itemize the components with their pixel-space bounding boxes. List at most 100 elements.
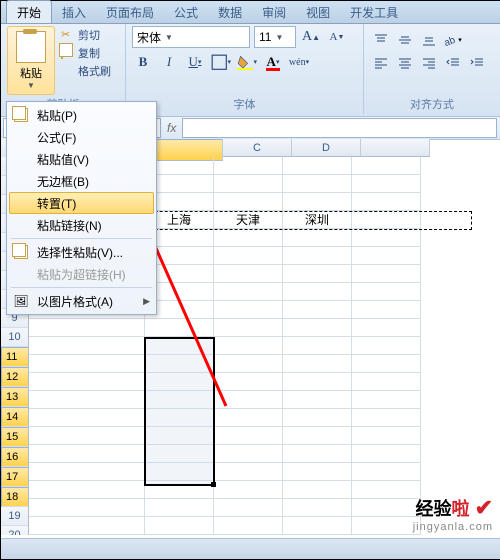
tab-formulas[interactable]: 公式	[164, 1, 208, 23]
cell[interactable]	[352, 427, 421, 445]
cell[interactable]	[352, 463, 421, 481]
row-20[interactable]: 20	[1, 526, 29, 535]
cell[interactable]	[283, 157, 352, 175]
tab-review[interactable]: 审阅	[252, 1, 296, 23]
cell[interactable]	[145, 355, 214, 373]
cell[interactable]	[29, 409, 145, 427]
font-size-select[interactable]: 11▼	[254, 26, 296, 48]
cell[interactable]	[214, 193, 283, 211]
cell[interactable]	[214, 391, 283, 409]
row-15[interactable]: 15	[1, 427, 29, 447]
row-19[interactable]: 19	[1, 507, 29, 526]
row-11[interactable]: 11	[1, 347, 29, 367]
cell[interactable]	[283, 427, 352, 445]
font-color-button[interactable]: A▾	[262, 51, 284, 73]
fill-color-button[interactable]: ▾	[236, 51, 258, 73]
cell[interactable]	[283, 319, 352, 337]
cell[interactable]	[283, 373, 352, 391]
cell[interactable]	[29, 319, 145, 337]
align-right-button[interactable]	[418, 53, 440, 73]
menu-formulas[interactable]: 公式(F)	[9, 126, 154, 148]
cell[interactable]	[145, 427, 214, 445]
cell[interactable]	[214, 175, 283, 193]
align-middle-button[interactable]	[394, 30, 416, 50]
cell[interactable]	[29, 481, 145, 499]
tab-insert[interactable]: 插入	[52, 1, 96, 23]
col-c[interactable]: C	[223, 139, 292, 157]
format-painter-button[interactable]: 格式刷	[61, 62, 111, 80]
menu-paste[interactable]: 粘贴(P)	[9, 104, 154, 126]
cell[interactable]	[283, 463, 352, 481]
cell[interactable]	[352, 373, 421, 391]
cell[interactable]	[283, 247, 352, 265]
tab-view[interactable]: 视图	[296, 1, 340, 23]
cell[interactable]	[145, 481, 214, 499]
cell[interactable]	[352, 247, 421, 265]
cell[interactable]	[214, 481, 283, 499]
align-bottom-button[interactable]	[418, 30, 440, 50]
menu-paste-link[interactable]: 粘贴链接(N)	[9, 214, 154, 236]
cell[interactable]	[29, 445, 145, 463]
font-name-select[interactable]: 宋体▼	[132, 26, 250, 48]
row-17[interactable]: 17	[1, 467, 29, 487]
cell[interactable]	[352, 481, 421, 499]
cell[interactable]	[145, 499, 214, 517]
cell[interactable]	[352, 283, 421, 301]
cell[interactable]	[29, 517, 145, 535]
tab-layout[interactable]: 页面布局	[96, 1, 164, 23]
align-left-button[interactable]	[370, 53, 392, 73]
row-18[interactable]: 18	[1, 487, 29, 507]
col-d[interactable]: D	[292, 139, 361, 157]
cell[interactable]	[29, 499, 145, 517]
cell[interactable]	[214, 355, 283, 373]
cell[interactable]	[283, 355, 352, 373]
cell[interactable]	[352, 319, 421, 337]
menu-paste-values[interactable]: 粘贴值(V)	[9, 148, 154, 170]
cell[interactable]	[283, 409, 352, 427]
cell[interactable]	[283, 193, 352, 211]
italic-button[interactable]: I	[158, 51, 180, 73]
cell[interactable]	[214, 463, 283, 481]
cell[interactable]	[214, 229, 283, 247]
paste-button[interactable]: 粘贴 ▼	[7, 26, 55, 95]
menu-as-picture[interactable]: 🖼以图片格式(A)▶	[9, 290, 154, 312]
cell[interactable]	[29, 427, 145, 445]
cell[interactable]	[29, 391, 145, 409]
cell[interactable]	[352, 301, 421, 319]
cell[interactable]	[145, 337, 214, 355]
cell[interactable]	[214, 427, 283, 445]
cell[interactable]	[352, 517, 421, 535]
row-14[interactable]: 14	[1, 407, 29, 427]
cell[interactable]	[29, 337, 145, 355]
cell[interactable]	[283, 337, 352, 355]
decrease-indent-button[interactable]	[442, 53, 464, 73]
bold-button[interactable]: B	[132, 51, 154, 73]
row-16[interactable]: 16	[1, 447, 29, 467]
cell[interactable]	[214, 445, 283, 463]
orientation-button[interactable]: ab▾	[442, 30, 464, 50]
cell[interactable]	[283, 265, 352, 283]
cell[interactable]	[29, 373, 145, 391]
cell[interactable]	[283, 301, 352, 319]
cell[interactable]	[214, 283, 283, 301]
cell[interactable]	[352, 391, 421, 409]
fx-icon[interactable]: fx	[167, 121, 176, 135]
cell[interactable]	[214, 247, 283, 265]
phonetic-button[interactable]: wén▾	[288, 51, 310, 73]
cell[interactable]	[352, 409, 421, 427]
cell[interactable]	[283, 481, 352, 499]
cell[interactable]	[214, 409, 283, 427]
cell[interactable]	[214, 337, 283, 355]
cell[interactable]	[214, 319, 283, 337]
row-13[interactable]: 13	[1, 387, 29, 407]
tab-data[interactable]: 数据	[208, 1, 252, 23]
cell[interactable]	[145, 463, 214, 481]
cell[interactable]	[283, 391, 352, 409]
cell[interactable]	[214, 265, 283, 283]
cell[interactable]	[145, 517, 214, 535]
cell[interactable]	[283, 499, 352, 517]
increase-indent-button[interactable]	[466, 53, 488, 73]
cell[interactable]	[352, 157, 421, 175]
cell[interactable]	[145, 391, 214, 409]
formula-bar[interactable]	[182, 118, 497, 138]
